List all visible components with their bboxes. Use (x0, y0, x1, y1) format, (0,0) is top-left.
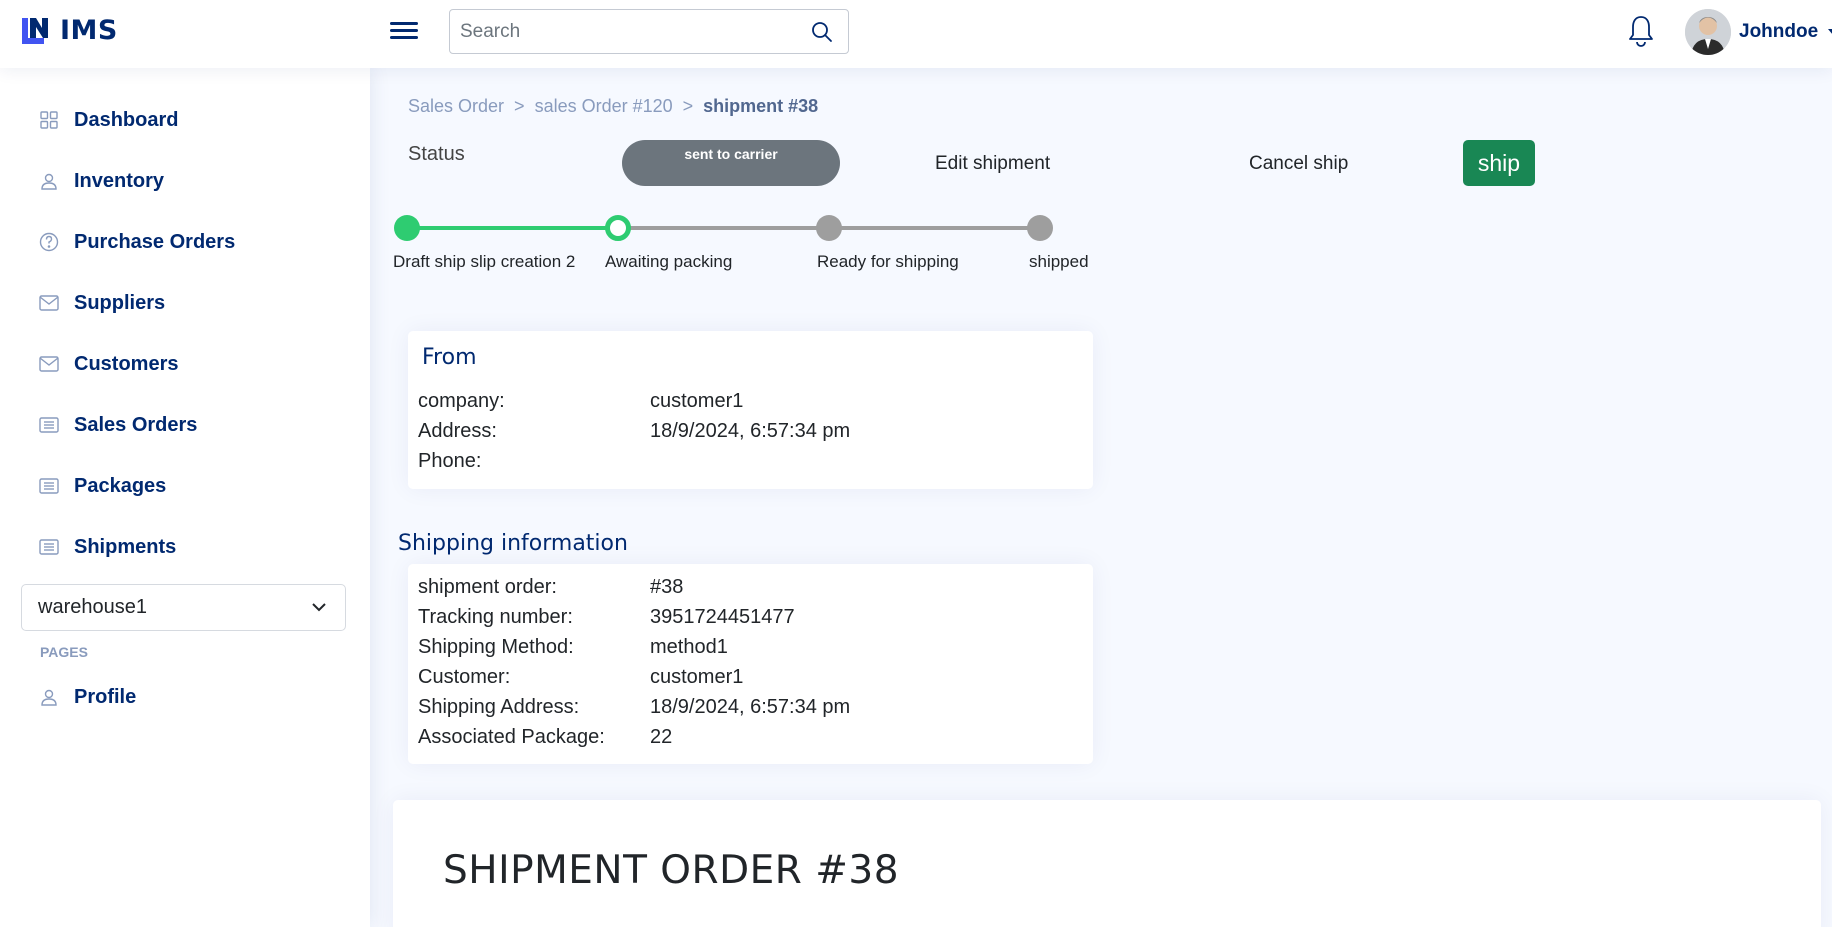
sidebar-item-label: Dashboard (74, 108, 179, 131)
bell-icon[interactable] (1626, 14, 1656, 48)
menu-toggle-icon[interactable] (390, 18, 418, 44)
app-name: IMS (60, 14, 118, 46)
shipping-value: 3951724451477 (650, 606, 795, 628)
from-key: Phone: (418, 450, 482, 472)
shipping-value: method1 (650, 636, 728, 658)
from-value: customer1 (650, 390, 744, 412)
shipping-row: Shipping Address: 18/9/2024, 6:57:34 pm (418, 696, 850, 719)
shipping-row: Tracking number: 3951724451477 (418, 606, 795, 629)
stepper-line-done (406, 226, 618, 230)
step-dot-shipped (1027, 215, 1053, 241)
question-circle-icon (38, 231, 60, 253)
sidebar-item-label: Sales Orders (74, 413, 198, 436)
step-label-draft: Draft ship slip creation 2 (393, 252, 576, 271)
sidebar-item-label: Purchase Orders (74, 230, 236, 253)
list-icon (38, 475, 60, 497)
sidebar-item-profile[interactable]: Profile (20, 673, 350, 721)
sidebar-item-label: Profile (74, 685, 137, 708)
envelope-icon (38, 353, 60, 375)
step-label-shipped: shipped (1029, 252, 1089, 271)
from-key: Address: (418, 420, 497, 442)
sidebar-item-sales-orders[interactable]: Sales Orders (20, 401, 350, 449)
shipping-value: 22 (650, 726, 673, 748)
search-input[interactable] (450, 10, 790, 53)
shipping-info-card: shipment order: #38 Tracking number: 395… (408, 564, 1093, 764)
envelope-icon (38, 292, 60, 314)
sidebar-item-purchase-orders[interactable]: Purchase Orders (20, 218, 350, 266)
sidebar-item-label: Shipments (74, 535, 177, 558)
from-row: Address: 18/9/2024, 6:57:34 pm (418, 420, 850, 443)
breadcrumb-sales-order[interactable]: Sales Order (408, 96, 504, 117)
list-icon (38, 414, 60, 436)
sidebar-item-packages[interactable]: Packages (20, 462, 350, 510)
breadcrumb-separator: > (682, 96, 694, 116)
shipping-key: Customer: (418, 666, 511, 688)
profile-menu[interactable]: Johndoe (1685, 9, 1832, 55)
sidebar-item-customers[interactable]: Customers (20, 340, 350, 388)
shipping-value: customer1 (650, 666, 744, 688)
warehouse-select-value: warehouse1 (38, 596, 147, 618)
logo[interactable]: IMS (20, 14, 118, 46)
cancel-ship-button[interactable]: Cancel ship (1249, 153, 1348, 175)
sidebar-item-shipments[interactable]: Shipments (20, 523, 350, 571)
warehouse-select[interactable]: warehouse1 (21, 584, 346, 631)
person-icon (38, 686, 60, 708)
step-label-awaiting-packing: Awaiting packing (605, 252, 733, 271)
shipment-progress-stepper: Draft ship slip creation 2 Awaiting pack… (392, 210, 1092, 280)
breadcrumb-current: shipment #38 (703, 96, 819, 116)
sidebar-item-label: Inventory (74, 169, 165, 192)
top-header: IMS Johndoe (0, 0, 1832, 68)
shipping-value: #38 (650, 576, 684, 598)
search-icon[interactable] (810, 20, 834, 44)
step-label-ready: Ready for shipping (817, 252, 959, 271)
from-row: company: customer1 (418, 390, 743, 413)
sidebar: Dashboard Inventory Purchase Orders Supp… (0, 68, 370, 927)
shipping-row: shipment order: #38 (418, 576, 683, 599)
avatar (1685, 9, 1731, 55)
ship-button[interactable]: ship (1463, 140, 1535, 186)
chevron-down-icon (1828, 29, 1832, 35)
shipping-row: Customer: customer1 (418, 666, 743, 689)
from-title: From (422, 345, 477, 370)
sidebar-item-label: Customers (74, 352, 179, 375)
sidebar-item-label: Suppliers (74, 291, 166, 314)
breadcrumb-sales-order-120[interactable]: sales Order #120 (535, 96, 673, 117)
list-icon (38, 536, 60, 558)
shipping-key: Associated Package: (418, 726, 605, 748)
from-row: Phone: (418, 450, 650, 473)
shipping-key: Shipping Method: (418, 636, 574, 658)
from-value: 18/9/2024, 6:57:34 pm (650, 420, 851, 442)
step-dot-draft (394, 215, 420, 241)
shipping-info-title: Shipping information (398, 531, 628, 556)
logo-icon (22, 18, 48, 44)
chevron-down-icon (312, 603, 326, 612)
status-badge: sent to carrier (622, 140, 840, 186)
shipping-key: Shipping Address: (418, 696, 580, 718)
shipping-row: Associated Package: 22 (418, 726, 672, 749)
search-bar (449, 9, 849, 54)
step-dot-awaiting-packing (605, 215, 631, 241)
breadcrumb: Sales Order > sales Order #120 > shipmen… (408, 96, 818, 117)
shipping-row: Shipping Method: method1 (418, 636, 728, 659)
shipment-order-title: SHIPMENT ORDER #38 (443, 848, 900, 893)
pages-heading: PAGES (40, 644, 88, 660)
from-card: From company: customer1 Address: 18/9/20… (408, 331, 1093, 489)
from-key: company: (418, 390, 505, 412)
step-dot-ready (816, 215, 842, 241)
sidebar-item-label: Packages (74, 474, 167, 497)
shipment-order-card: SHIPMENT ORDER #38 (393, 800, 1821, 927)
sidebar-item-dashboard[interactable]: Dashboard (20, 96, 350, 144)
shipping-key: Tracking number: (418, 606, 573, 628)
shipping-value: 18/9/2024, 6:57:34 pm (650, 696, 851, 718)
person-icon (38, 170, 60, 192)
edit-shipment-button[interactable]: Edit shipment (935, 153, 1050, 175)
sidebar-item-suppliers[interactable]: Suppliers (20, 279, 350, 327)
username: Johndoe (1739, 21, 1819, 42)
breadcrumb-separator: > (514, 96, 525, 116)
shipping-key: shipment order: (418, 576, 557, 598)
sidebar-item-inventory[interactable]: Inventory (20, 157, 350, 205)
grid-icon (38, 109, 60, 131)
status-label: Status (408, 143, 465, 165)
